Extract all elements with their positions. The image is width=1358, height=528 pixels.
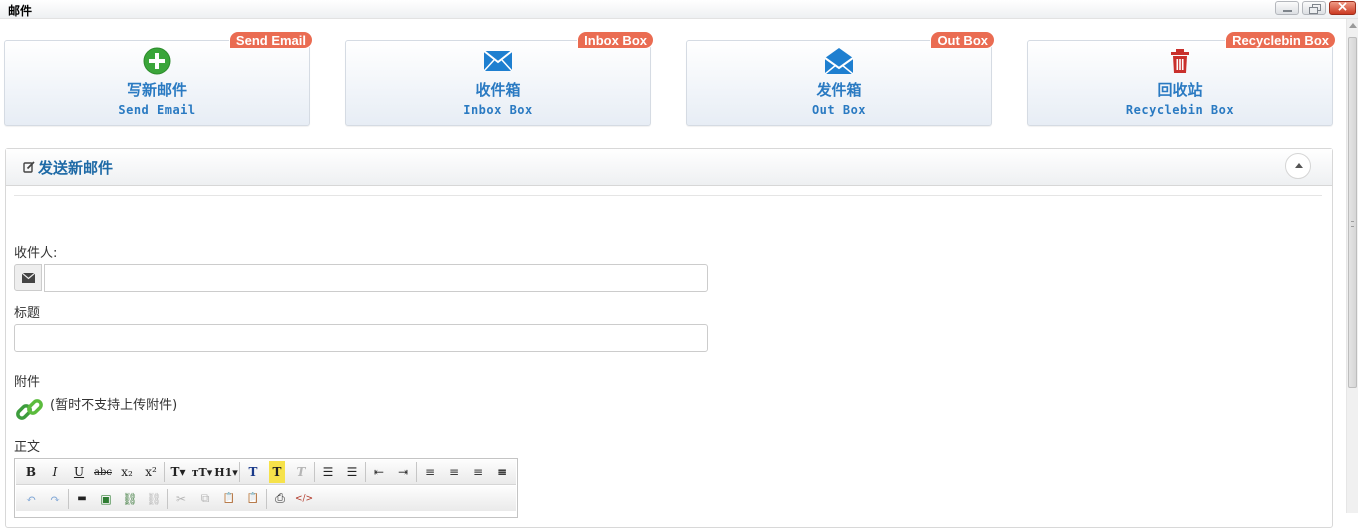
bullet-list-button[interactable]: ☰	[316, 461, 340, 483]
toolbar-separator	[167, 488, 168, 509]
font-color-button[interactable]: T	[241, 461, 265, 483]
italic-button[interactable]: I	[43, 461, 67, 483]
toolbar-separator	[164, 462, 165, 482]
subject-input[interactable]	[14, 324, 708, 352]
editor-toolbar-row-2: ↶ ↷ ▬ ▣ ⛓ ⛓ ✂ ⧉ 📋 📋 ⎙ </>	[16, 486, 516, 511]
recipient-input[interactable]	[44, 264, 708, 292]
recyclebin-card[interactable]: Recyclebin Box 回收站 Recyclebin Box	[1027, 31, 1336, 126]
send-email-card[interactable]: Send Email 写新邮件 Send Email	[4, 31, 313, 126]
cut-button[interactable]: ✂	[169, 488, 193, 510]
vertical-scrollbar[interactable]	[1346, 19, 1358, 513]
toolbar-separator	[68, 488, 69, 509]
align-right-button[interactable]: ≡	[466, 461, 490, 483]
card-title-en: Send Email	[118, 103, 196, 117]
divider	[14, 195, 1322, 196]
attachment-link-icon[interactable]	[14, 394, 46, 426]
compose-panel-header: 发送新邮件	[6, 149, 1332, 186]
insert-image-button[interactable]: ▣	[94, 488, 118, 510]
toolbar-separator	[314, 462, 315, 482]
paste-text-button[interactable]: 📋	[241, 488, 265, 510]
envelope-open-icon	[687, 47, 991, 75]
redo-button[interactable]: ↷	[43, 488, 67, 510]
attachment-note: (暂时不支持上传附件)	[50, 398, 178, 413]
strikethrough-button[interactable]: abc	[91, 461, 115, 483]
plus-circle-icon	[5, 47, 309, 75]
undo-button[interactable]: ↶	[19, 488, 43, 510]
window-titlebar: 邮件 ×	[0, 0, 1358, 19]
scrollbar-thumb[interactable]	[1348, 37, 1357, 388]
edit-icon	[23, 161, 35, 176]
bold-button[interactable]: B	[19, 461, 43, 483]
attachment-label: 附件	[14, 375, 41, 390]
outbox-card[interactable]: Out Box 发件箱 Out Box	[686, 31, 995, 126]
close-button[interactable]: ×	[1329, 0, 1356, 15]
scroll-up-arrow-icon[interactable]	[1349, 23, 1357, 28]
subscript-button[interactable]: x₂	[115, 461, 139, 483]
card-title-en: Out Box	[811, 103, 867, 117]
underline-button[interactable]: U	[67, 461, 91, 483]
font-size-button[interactable]: тT▾	[190, 461, 214, 483]
font-family-button[interactable]: T▾	[166, 461, 190, 483]
card-title-en: Inbox Box	[463, 103, 533, 117]
copy-button[interactable]: ⧉	[193, 488, 217, 510]
compose-panel-title: 发送新邮件	[38, 159, 114, 177]
envelope-icon	[14, 264, 42, 291]
source-code-button[interactable]: </>	[292, 488, 316, 510]
paste-button[interactable]: 📋	[217, 488, 241, 510]
card-title-cn: 写新邮件	[126, 81, 187, 99]
toolbar-separator	[239, 462, 240, 482]
collapse-button[interactable]	[1285, 153, 1311, 179]
body-label: 正文	[14, 440, 41, 455]
horizontal-rule-button[interactable]: ▬	[70, 488, 94, 510]
unlink-button[interactable]: ⛓	[142, 488, 166, 510]
align-left-button[interactable]: ≡	[418, 461, 442, 483]
heading-button[interactable]: H1▾	[214, 461, 238, 483]
insert-link-button[interactable]: ⛓	[118, 488, 142, 510]
window-title: 邮件	[8, 4, 33, 18]
clear-format-button[interactable]: T	[289, 461, 313, 483]
minimize-button[interactable]	[1275, 1, 1299, 15]
envelope-icon	[346, 47, 650, 75]
card-title-cn: 收件箱	[475, 81, 521, 99]
toolbar-separator	[416, 462, 417, 482]
print-button[interactable]: ⎙	[268, 488, 292, 510]
align-center-button[interactable]: ≡	[442, 461, 466, 483]
card-title-en: Recyclebin Box	[1125, 103, 1235, 117]
toolbar-separator	[365, 462, 366, 482]
inbox-card[interactable]: Inbox Box 收件箱 Inbox Box	[345, 31, 654, 126]
highlight-button[interactable]: T	[269, 461, 285, 483]
close-icon: ×	[1336, 0, 1349, 15]
superscript-button[interactable]: x²	[139, 461, 163, 483]
card-title-cn: 发件箱	[816, 81, 862, 99]
outdent-button[interactable]: ⇤	[367, 461, 391, 483]
trash-icon	[1028, 47, 1332, 75]
justify-button[interactable]: ≡	[490, 461, 514, 483]
subject-label: 标题	[14, 306, 41, 321]
scrollbar-grip-icon	[1351, 221, 1354, 227]
indent-button[interactable]: ⇥	[391, 461, 415, 483]
maximize-button[interactable]	[1302, 1, 1326, 15]
recipient-label: 收件人:	[14, 246, 58, 261]
rich-text-editor: B I U abc x₂ x² T▾ тT▾ H1▾ T T T ☰ ☰ ⇤ ⇥…	[14, 458, 518, 518]
numbered-list-button[interactable]: ☰	[340, 461, 364, 483]
toolbar-separator	[266, 488, 267, 509]
editor-toolbar-row-1: B I U abc x₂ x² T▾ тT▾ H1▾ T T T ☰ ☰ ⇤ ⇥…	[16, 460, 516, 485]
card-title-cn: 回收站	[1157, 81, 1203, 99]
